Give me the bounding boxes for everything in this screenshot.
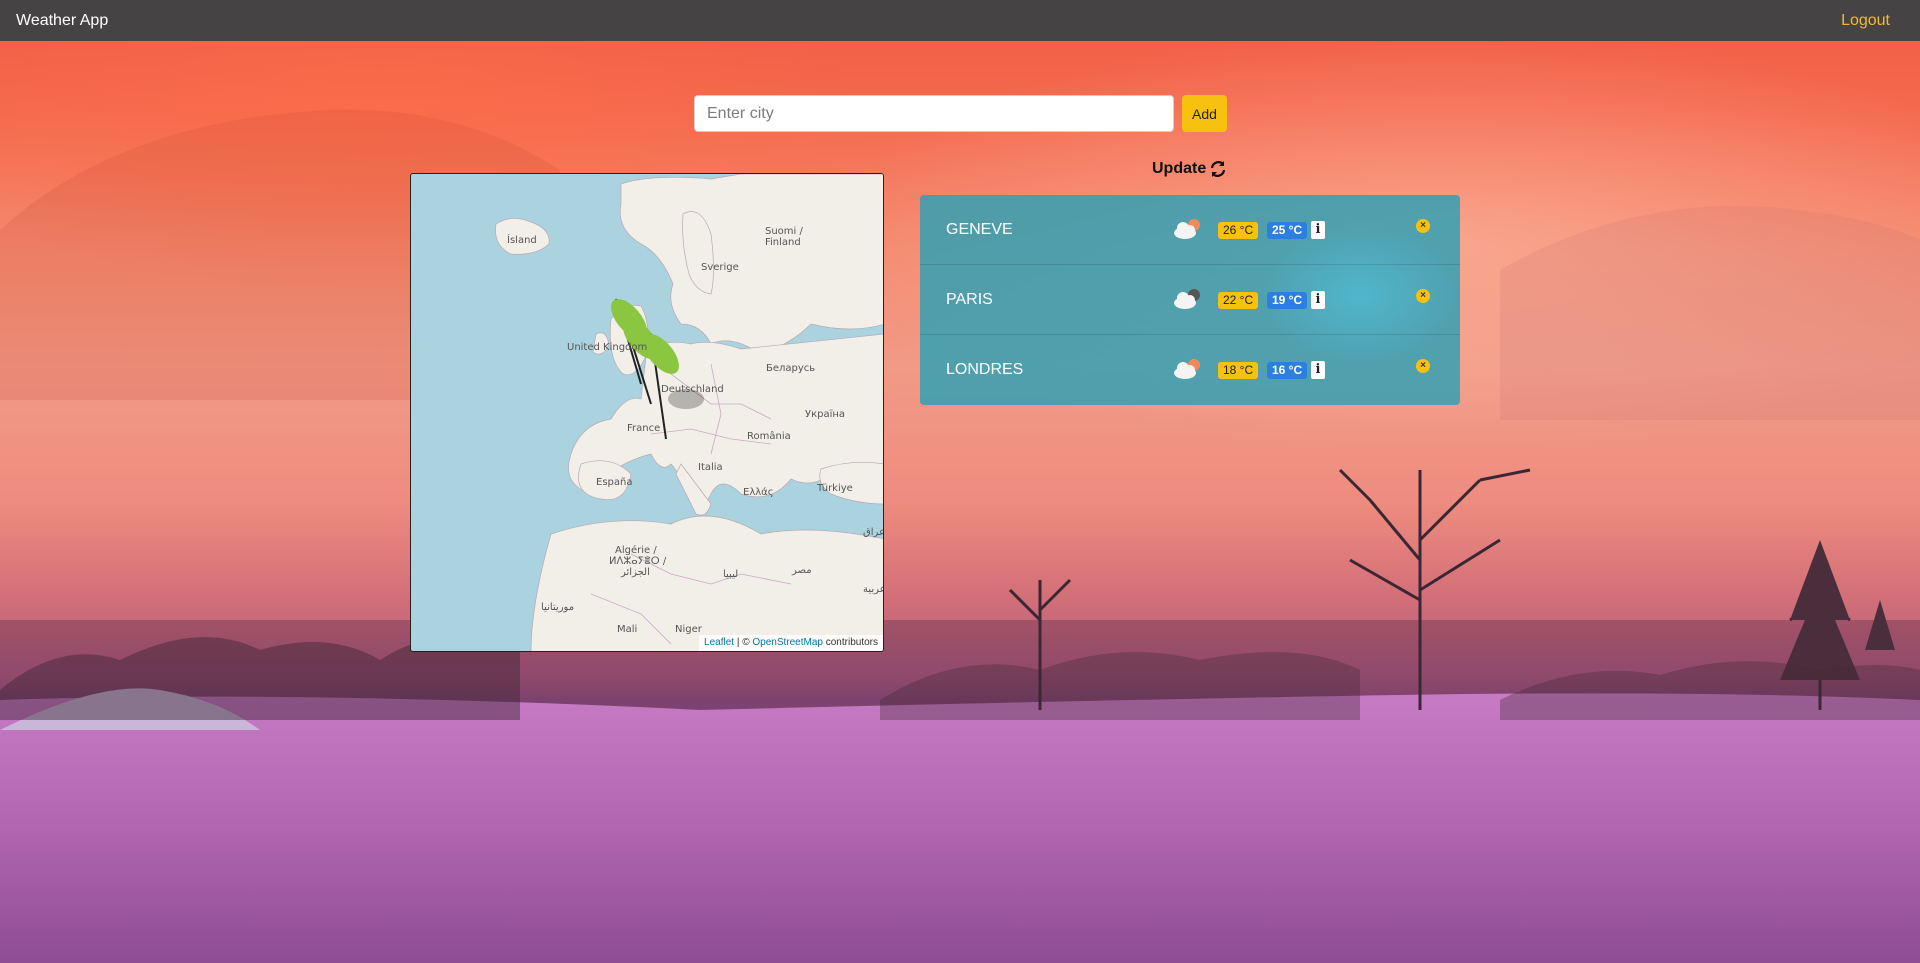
map-label: Finland xyxy=(765,237,801,248)
map-label: Sverige xyxy=(701,262,739,273)
city-row: GENEVE 26 °C 25 °C i × xyxy=(920,195,1460,265)
info-button[interactable]: i xyxy=(1311,291,1325,309)
city-name: GENEVE xyxy=(946,221,1013,238)
map-label: United Kingdom xyxy=(567,342,648,353)
city-search-form: Add xyxy=(694,95,1227,132)
map[interactable]: Ísland Suomi / Finland Sverige United Ki… xyxy=(410,173,884,652)
map-label: Italia xyxy=(698,462,723,473)
info-button[interactable]: i xyxy=(1311,221,1325,239)
refresh-icon xyxy=(1211,161,1226,177)
map-label: Deutschland xyxy=(661,384,724,395)
city-name: LONDRES xyxy=(946,361,1024,378)
map-label: Ελλάς xyxy=(743,487,774,498)
map-label: موريتانيا xyxy=(541,602,575,613)
cloud-sun-icon xyxy=(1174,219,1200,239)
update-label: Update xyxy=(1152,160,1207,177)
map-label: عراق xyxy=(863,527,884,538)
map-label: Ísland xyxy=(507,235,537,246)
map-label: الجزائر xyxy=(621,567,650,578)
remove-city-button[interactable]: × xyxy=(1416,219,1430,233)
min-temp-badge: 25 °C xyxy=(1267,222,1308,239)
map-label: مصر xyxy=(792,565,812,576)
osm-link[interactable]: OpenStreetMap xyxy=(752,637,823,648)
remove-city-button[interactable]: × xyxy=(1416,359,1430,373)
brand-title[interactable]: Weather App xyxy=(16,12,108,30)
map-label: Algérie / xyxy=(615,545,657,556)
map-label: ⵍⴷⵣⴰⵢⴻⵔ / xyxy=(609,556,667,567)
navbar: Weather App Logout xyxy=(0,0,1920,41)
max-temp-badge: 18 °C xyxy=(1218,362,1259,379)
background-landscape xyxy=(0,109,1920,963)
city-row: PARIS 22 °C 19 °C i × xyxy=(920,265,1460,335)
map-label: France xyxy=(627,423,661,434)
map-label: ليبيا xyxy=(723,569,739,580)
map-label: Türkiye xyxy=(817,483,853,494)
cloud-moon-icon xyxy=(1174,289,1200,309)
map-label: România xyxy=(747,431,791,442)
map-label: Україна xyxy=(805,409,846,420)
min-temp-badge: 19 °C xyxy=(1267,292,1308,309)
add-city-button[interactable]: Add xyxy=(1182,95,1227,132)
info-button[interactable]: i xyxy=(1311,361,1325,379)
logout-link[interactable]: Logout xyxy=(1841,12,1904,30)
remove-city-button[interactable]: × xyxy=(1416,289,1430,303)
city-list: GENEVE 26 °C 25 °C i × PARIS 22 °C 19 °C… xyxy=(920,195,1460,405)
city-input[interactable] xyxy=(694,95,1174,132)
map-attribution: Leaflet | © OpenStreetMap contributors xyxy=(699,635,883,651)
update-button[interactable]: Update xyxy=(1152,160,1226,178)
cloud-sun-icon xyxy=(1174,359,1200,379)
max-temp-badge: 22 °C xyxy=(1218,292,1259,309)
attribution-separator: | © xyxy=(736,637,750,648)
city-row: LONDRES 18 °C 16 °C i × xyxy=(920,335,1460,405)
map-label: Mali xyxy=(617,624,638,635)
city-name: PARIS xyxy=(946,291,993,308)
map-label: Беларусь xyxy=(766,363,816,374)
max-temp-badge: 26 °C xyxy=(1218,222,1259,239)
map-label: عربية xyxy=(863,584,884,595)
map-label: España xyxy=(596,477,633,488)
map-label: Suomi / xyxy=(765,226,803,237)
leaflet-link[interactable]: Leaflet xyxy=(704,637,734,648)
map-label: Niger xyxy=(675,624,702,635)
min-temp-badge: 16 °C xyxy=(1267,362,1308,379)
attribution-contributors: contributors xyxy=(825,637,878,648)
